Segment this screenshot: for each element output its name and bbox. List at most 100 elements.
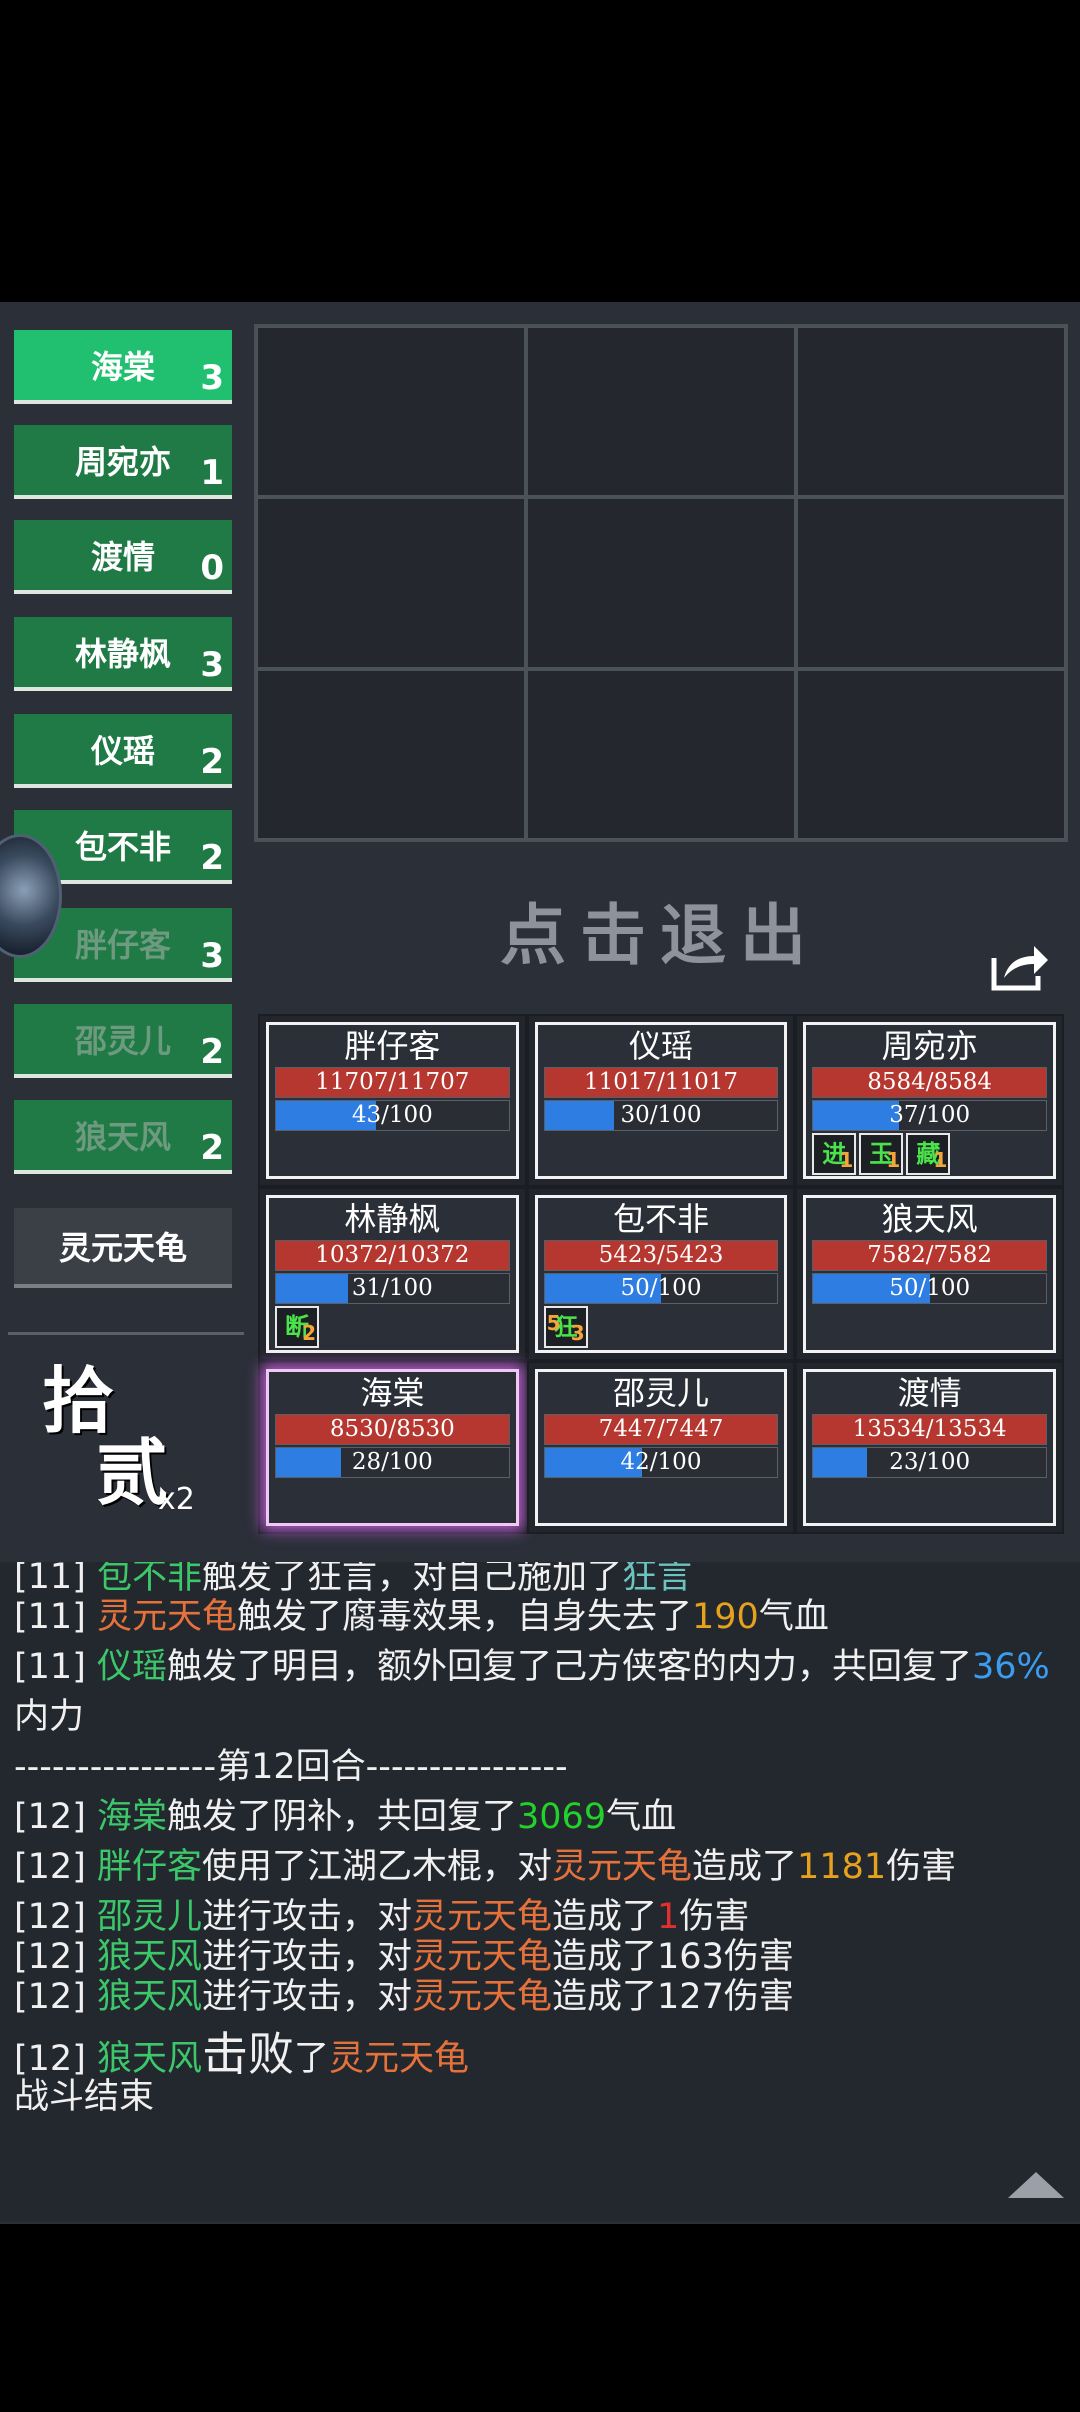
- buff-stack-count: 2: [302, 1321, 316, 1346]
- mp-bar-text: 23/100: [889, 1448, 971, 1475]
- battle-log[interactable]: [11] 包不非触发了狂言，对自己施加了狂言 [11] 灵元天龟触发了腐毒效果，自…: [0, 1562, 1080, 2222]
- mp-bar: 23/100: [812, 1446, 1047, 1478]
- buff-stack-count: 1: [933, 1148, 948, 1172]
- hp-bar: 11017/11017: [543, 1067, 779, 1098]
- party-cards: 胖仔客 11707/11707 43/100 仪瑶 11017/11017 30/100 周…: [258, 1014, 1064, 1534]
- character-name: 胖仔客: [344, 1027, 441, 1065]
- card-slot: 胖仔客 11707/11707 43/100: [258, 1014, 527, 1188]
- turn-order-count: 3: [200, 358, 224, 398]
- hp-bar-text: 7582/7582: [867, 1242, 993, 1269]
- buff-icon[interactable]: 断2: [275, 1306, 319, 1349]
- tap-to-exit-button[interactable]: 点击退出: [500, 882, 820, 978]
- turn-order-item[interactable]: 狼天风 2: [14, 1100, 232, 1174]
- turn-order-item[interactable]: 林静枫 3: [14, 617, 232, 691]
- turn-order-name: 胖仔客: [74, 926, 171, 964]
- buff-icon[interactable]: 进1: [812, 1133, 857, 1175]
- mp-bar-text: 31/100: [351, 1275, 433, 1302]
- mp-bar: 28/100: [275, 1446, 510, 1478]
- mp-bar-text: 28/100: [351, 1448, 433, 1475]
- log-segment: 造成了: [692, 1847, 798, 1887]
- character-card[interactable]: 邵灵儿 7447/7447 42/100: [534, 1368, 788, 1526]
- turn-order-item[interactable]: 灵元天龟: [14, 1208, 232, 1288]
- turn-order-count: 0: [200, 548, 224, 588]
- grid-cell: [256, 668, 526, 840]
- hp-bar-text: 10372/10372: [315, 1242, 470, 1269]
- mp-bar-text: 37/100: [889, 1102, 971, 1128]
- log-segment: 击败: [202, 2027, 294, 2081]
- log-segment: 伤害: [886, 1847, 957, 1887]
- log-line: [12] 狼天风进行攻击，对灵元天龟造成了127伤害: [14, 1968, 794, 2019]
- character-card[interactable]: 周宛亦 8584/8584 37/100 进 1 玉 1 藏 1: [803, 1022, 1056, 1180]
- character-card[interactable]: 胖仔客 11707/11707 43/100: [266, 1022, 519, 1180]
- log-segment: 190: [692, 1597, 759, 1637]
- log-line: [11] 仪瑶触发了明目，额外回复了己方侠客的内力，共回复了36%: [14, 1638, 1050, 1689]
- mp-bar-text: 43/100: [351, 1102, 433, 1128]
- buff-icon[interactable]: 藏1: [906, 1133, 951, 1175]
- turn-order-item[interactable]: 仪瑶 2: [14, 714, 232, 788]
- log-segment: 灵元天龟: [329, 2039, 470, 2079]
- character-card[interactable]: 狼天风 7582/7582 50/100: [803, 1195, 1056, 1353]
- character-card[interactable]: 包不非 5423/5423 50/100 狂 3 5: [534, 1195, 788, 1353]
- card-slot: 邵灵儿 7447/7447 42/100: [526, 1360, 796, 1534]
- hp-bar: 13534/13534: [812, 1413, 1047, 1445]
- collapse-up-icon[interactable]: [1004, 2168, 1068, 2202]
- grid-cell: [526, 497, 796, 669]
- log-line: 内力: [14, 1688, 84, 1739]
- character-card[interactable]: 海棠 8530/8530 28/100: [266, 1368, 519, 1526]
- hp-bar: 7447/7447: [543, 1413, 779, 1445]
- mp-bar: 42/100: [543, 1446, 779, 1478]
- grid-cell: [796, 326, 1066, 498]
- hp-bar-text: 11017/11017: [583, 1069, 739, 1095]
- turn-order-name: 林静枫: [74, 635, 171, 673]
- grid-cell: [256, 326, 526, 498]
- share-icon[interactable]: [990, 938, 1052, 994]
- turn-order-name: 灵元天龟: [58, 1229, 187, 1267]
- hp-bar: 10372/10372: [275, 1240, 510, 1272]
- log-segment: 内力: [14, 1697, 85, 1737]
- buff-icon[interactable]: 狂35: [543, 1306, 588, 1349]
- hp-bar: 8530/8530: [275, 1413, 510, 1445]
- log-segment: 灵元天龟: [96, 1597, 237, 1637]
- grid-cell: [796, 497, 1066, 669]
- character-card[interactable]: 渡情 13534/13534 23/100: [803, 1368, 1056, 1526]
- turn-order-name: 海棠: [90, 348, 155, 386]
- mp-bar: 50/100: [543, 1273, 779, 1305]
- turn-order-item[interactable]: 海棠 3: [14, 330, 232, 404]
- grid-cell: [796, 668, 1066, 840]
- log-segment: 使用了江湖乙木棍，对: [202, 1847, 553, 1887]
- log-segment: [12]: [14, 1847, 97, 1887]
- turn-order-count: 1: [200, 453, 224, 493]
- turn-order-name: 狼天风: [74, 1118, 171, 1156]
- buff-icon[interactable]: 玉1: [859, 1133, 904, 1175]
- log-segment: 战斗结束: [14, 2077, 155, 2117]
- log-line: 战斗结束: [14, 2068, 154, 2119]
- log-segment: 1181: [797, 1847, 887, 1887]
- hp-bar: 7582/7582: [812, 1240, 1047, 1272]
- character-card[interactable]: 林静枫 10372/10372 31/100 断 2: [266, 1195, 519, 1353]
- character-card[interactable]: 仪瑶 11017/11017 30/100: [534, 1022, 788, 1180]
- turn-order-item[interactable]: 渡情 0: [14, 520, 232, 594]
- turn-order-name: 渡情: [90, 538, 155, 576]
- log-segment: 气血: [758, 1597, 829, 1637]
- turn-order-count: 3: [200, 645, 224, 685]
- grid-cell: [526, 326, 796, 498]
- buff-stack-count: 1: [886, 1148, 901, 1172]
- hp-bar-text: 8584/8584: [867, 1069, 993, 1095]
- turn-order-item[interactable]: 周宛亦 1: [14, 425, 232, 499]
- card-slot: 包不非 5423/5423 50/100 狂 3 5: [526, 1187, 796, 1361]
- turn-order-name: 邵灵儿: [74, 1022, 171, 1060]
- speed-toggle[interactable]: x2: [158, 1482, 195, 1517]
- battle-screen: 海棠 3 周宛亦 1 渡情 0 林静枫 3 仪瑶 2 包不非 2 胖仔客 3 邵灵儿 2 狼天风 2 灵元天龟 点击…: [0, 302, 1080, 2224]
- log-segment: 海棠: [96, 1797, 167, 1837]
- turn-order-item[interactable]: 邵灵儿 2: [14, 1004, 232, 1078]
- buff-list: 进1玉1藏1: [812, 1133, 1053, 1175]
- turn-order-count: 2: [200, 1128, 224, 1168]
- character-name: 仪瑶: [628, 1027, 693, 1065]
- log-line: [11] 灵元天龟触发了腐毒效果，自身失去了190气血: [14, 1588, 829, 1639]
- mp-bar: 50/100: [812, 1273, 1047, 1305]
- log-segment: 狼天风: [96, 1977, 202, 2017]
- log-segment: 气血: [606, 1797, 677, 1837]
- mp-bar: 31/100: [275, 1273, 510, 1305]
- turn-order-count: 2: [200, 1032, 224, 1072]
- buff-level: 5: [546, 1311, 561, 1336]
